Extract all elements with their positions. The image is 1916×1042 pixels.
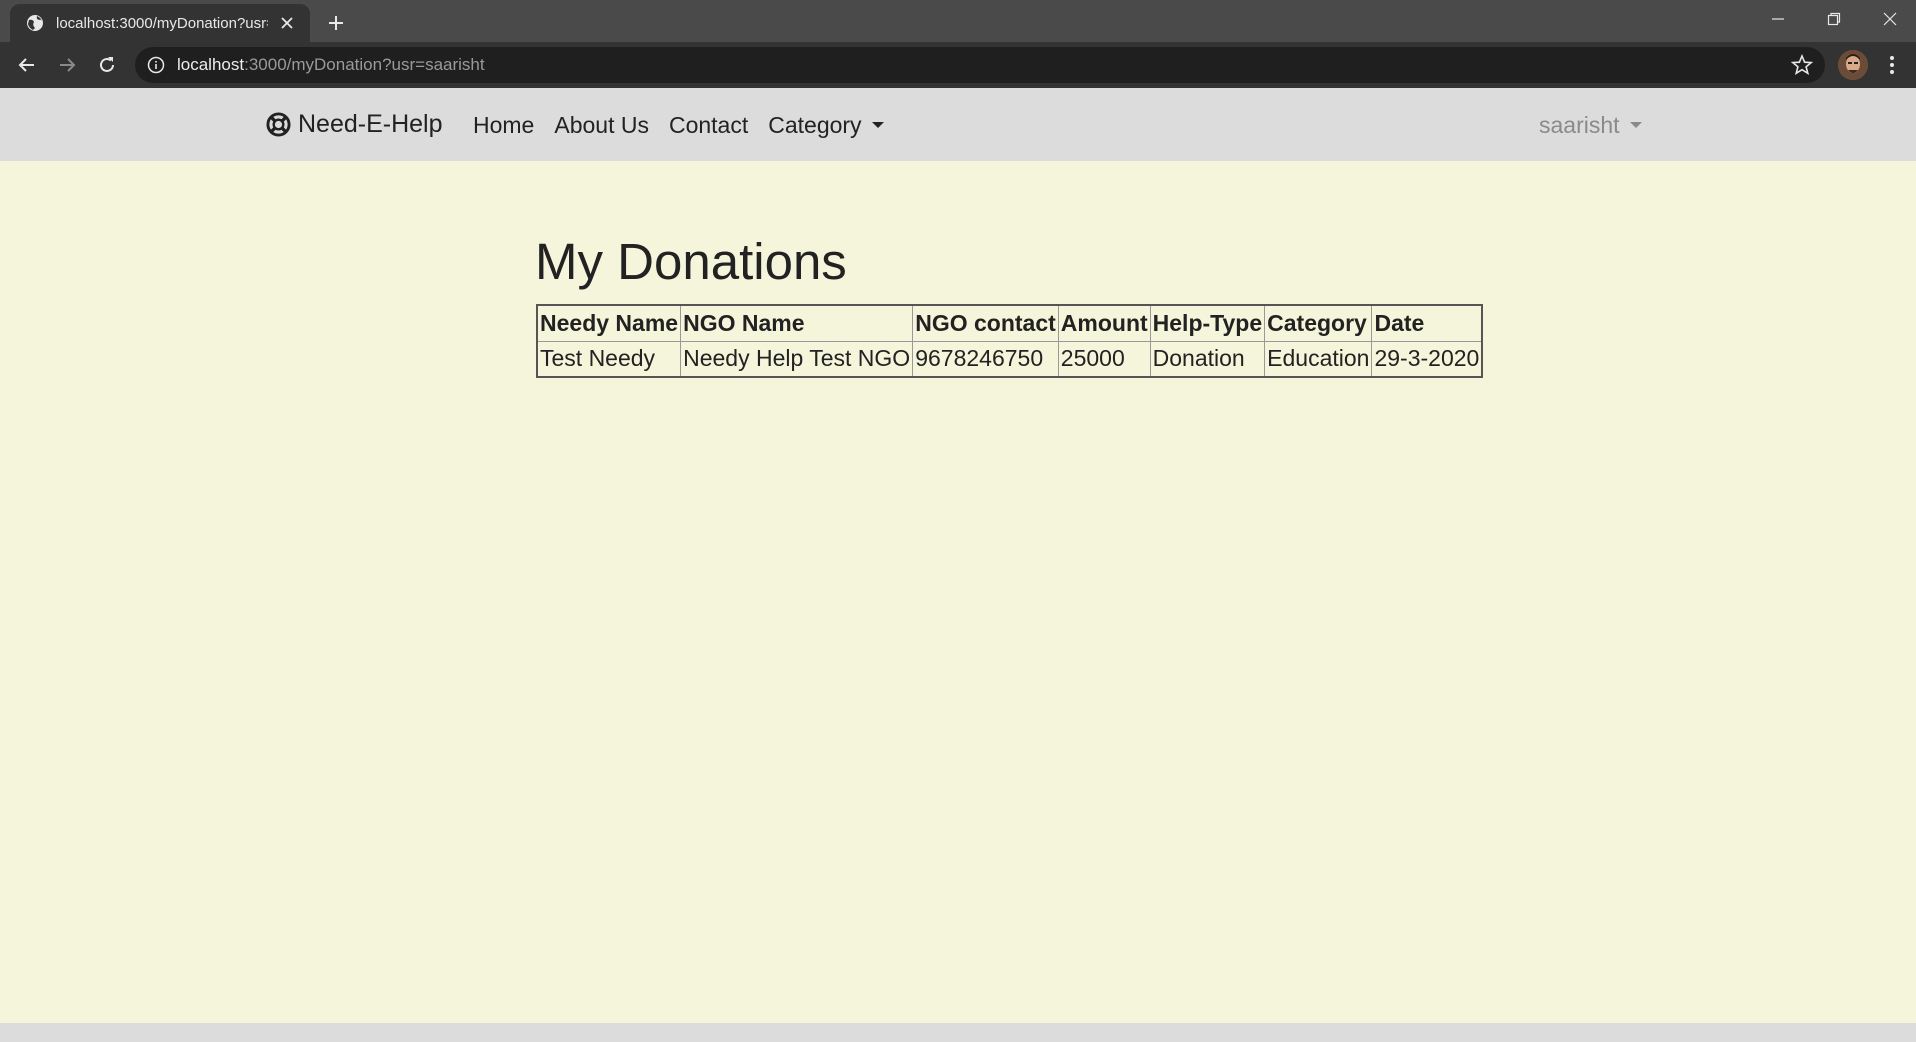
minimize-icon	[1772, 18, 1784, 20]
globe-icon	[27, 15, 43, 31]
username-label: saarisht	[1539, 112, 1620, 138]
url-path: :3000/myDonation?usr=saarisht	[244, 55, 485, 74]
column-header: NGO contact	[912, 304, 1059, 342]
table-cell: 25000	[1057, 340, 1151, 378]
restore-button[interactable]	[1806, 0, 1862, 38]
column-header: NGO Name	[680, 304, 914, 342]
nav-category-label: Category	[768, 112, 862, 138]
forward-button[interactable]	[51, 49, 83, 81]
url-host: localhost	[177, 55, 245, 74]
close-icon	[1883, 12, 1897, 26]
reload-button[interactable]	[91, 49, 123, 81]
back-button[interactable]	[11, 49, 43, 81]
browser-tab[interactable]: localhost:3000/myDonation?usr=saarisht	[10, 4, 310, 42]
avatar-icon	[1838, 50, 1868, 80]
caret-down-icon	[1629, 121, 1642, 128]
column-header: Category	[1264, 304, 1373, 342]
new-tab-button[interactable]	[322, 9, 350, 37]
nav-about-link[interactable]: About Us	[554, 112, 649, 139]
user-dropdown[interactable]: saarisht	[1539, 112, 1642, 139]
table-cell: Education	[1264, 340, 1373, 378]
browser-toolbar: localhost:3000/myDonation?usr=saarisht	[0, 42, 1916, 88]
close-window-button[interactable]	[1862, 0, 1916, 38]
tab-title: localhost:3000/myDonation?usr=saarisht	[56, 14, 268, 32]
brand-link[interactable]: Need-E-Help	[266, 110, 443, 139]
nav-contact-link[interactable]: Contact	[669, 112, 748, 139]
plus-icon	[329, 16, 343, 30]
nav-links: Home About Us Contact Category	[473, 112, 904, 139]
brand-name: Need-E-Help	[298, 110, 443, 138]
bookmark-star-icon[interactable]	[1791, 54, 1813, 76]
nav-category-dropdown[interactable]: Category	[768, 112, 884, 139]
browser-tab-strip: localhost:3000/myDonation?usr=saarisht	[0, 0, 1916, 42]
life-ring-icon	[266, 112, 291, 137]
table-row: Test Needy Needy Help Test NGO 967824675…	[536, 340, 1483, 378]
column-header: Date	[1371, 304, 1483, 342]
table-cell: 29-3-2020	[1371, 340, 1483, 378]
bottom-strip	[0, 1023, 1916, 1042]
minimize-button[interactable]	[1750, 0, 1806, 38]
reload-icon	[100, 57, 114, 72]
close-tab-icon[interactable]	[278, 14, 296, 32]
column-header: Needy Name	[536, 304, 682, 342]
column-header: Help-Type	[1149, 304, 1266, 342]
table-cell: Donation	[1149, 340, 1266, 378]
url-text: localhost:3000/myDonation?usr=saarisht	[177, 55, 485, 75]
arrow-left-icon	[18, 58, 34, 72]
column-header: Amount	[1057, 304, 1151, 342]
address-bar[interactable]: localhost:3000/myDonation?usr=saarisht	[135, 47, 1825, 83]
table-cell: Needy Help Test NGO	[680, 340, 914, 378]
table-header-row: Needy Name NGO Name NGO contact Amount H…	[536, 304, 1483, 342]
table-cell: 9678246750	[912, 340, 1059, 378]
restore-icon	[1827, 12, 1841, 26]
donations-table: Needy Name NGO Name NGO contact Amount H…	[536, 304, 1484, 378]
nav-home-link[interactable]: Home	[473, 112, 534, 139]
caret-down-icon	[871, 121, 884, 128]
kebab-menu-icon	[1890, 56, 1894, 74]
info-icon[interactable]	[147, 56, 165, 74]
arrow-right-icon	[60, 58, 76, 72]
site-navbar: Need-E-Help Home About Us Contact Catego…	[0, 88, 1916, 161]
page-title: My Donations	[535, 233, 847, 290]
table-cell: Test Needy	[536, 340, 682, 378]
browser-menu-button[interactable]	[1880, 50, 1904, 80]
profile-avatar[interactable]	[1838, 50, 1868, 80]
